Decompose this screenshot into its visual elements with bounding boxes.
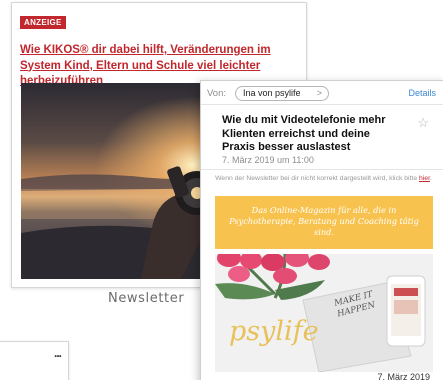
notice-end: . xyxy=(429,175,432,182)
sender-chip[interactable]: Ina von psylife > xyxy=(235,86,329,101)
from-label: Von: xyxy=(207,88,227,99)
display-notice: Wenn der Newsletter bei dir nicht korrek… xyxy=(211,173,436,184)
magazine-banner: Das Online-Magazin für alle, die in Psyc… xyxy=(215,196,433,249)
from-row: Von: Ina von psylife > Details xyxy=(201,81,443,105)
article-date: 7. März 2019 xyxy=(377,372,430,380)
email-preview: Von: Ina von psylife > Details Wie du mi… xyxy=(200,80,443,380)
notice-text: Wenn der Newsletter bei dir nicht korrek… xyxy=(215,175,418,182)
newsletter-caption: Newsletter xyxy=(108,291,185,306)
hero-image: psylife MAKE IT HAPPEN xyxy=(215,254,433,372)
star-icon[interactable]: ☆ xyxy=(417,115,429,131)
psylife-logo: psylife xyxy=(229,316,319,347)
email-date: 7. März 2019 um 11:00 xyxy=(222,155,314,165)
sender-name: Ina von psylife xyxy=(243,88,301,98)
secondary-card[interactable]: ... xyxy=(0,341,69,380)
details-link[interactable]: Details xyxy=(408,88,436,98)
chevron-right-icon: > xyxy=(316,88,322,98)
notice-link[interactable]: hier xyxy=(419,175,430,182)
divider xyxy=(201,169,443,170)
more-options-icon[interactable]: ... xyxy=(54,346,62,360)
email-subject: Wie du mit Videotelefonie mehr Klienten … xyxy=(222,114,386,153)
ad-badge: ANZEIGE xyxy=(20,16,66,29)
